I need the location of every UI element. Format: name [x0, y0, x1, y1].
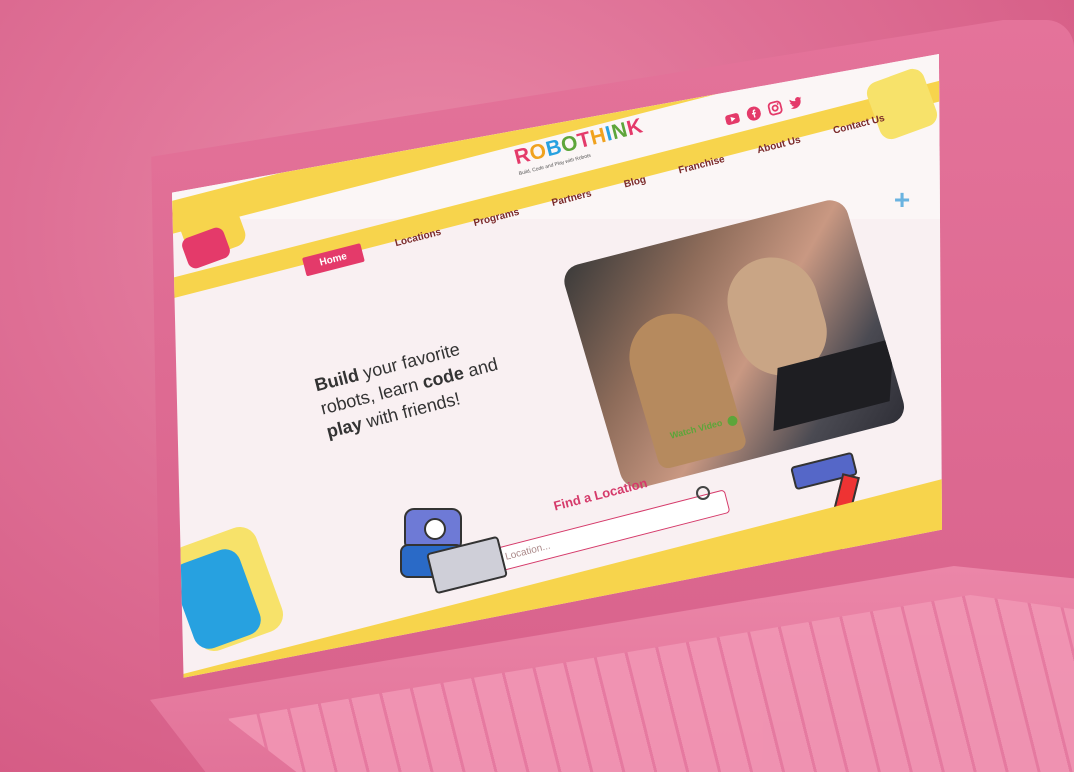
find-location-title: Find a Location — [552, 475, 649, 514]
hero-video-thumbnail[interactable] — [560, 196, 909, 492]
plus-decoration-icon: + — [893, 184, 911, 215]
hero-headline: Build your favorite robots, learn code a… — [312, 338, 500, 442]
search-icon[interactable] — [696, 486, 710, 500]
nav-blog[interactable]: Blog — [623, 174, 647, 190]
